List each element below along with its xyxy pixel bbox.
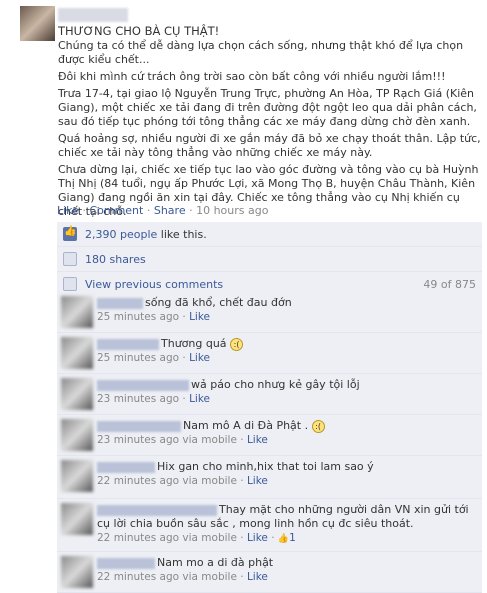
post-paragraph: Chúng ta có thể dễ dàng lựa chọn cách số… [58,39,464,66]
post-paragraph: Đôi khi mình cứ trách ông trời sao còn b… [58,70,446,83]
post-body: THƯƠNG CHO BÀ CỤ THẬT! Chúng ta có thể d… [58,6,483,222]
comment: wả páo cho nhưg kẻ gây tội lỗj 23 minute… [57,374,482,415]
comment: Hix gan cho minh,hix that toi lam sao ý … [57,456,482,499]
commenter-avatar[interactable] [61,419,93,451]
author-name-blurred[interactable] [58,8,128,22]
commenter-name-blurred[interactable] [97,379,189,391]
commenter-name-blurred[interactable] [97,461,155,473]
commenter-avatar[interactable] [61,296,93,328]
comment-text: wả páo cho nhưg kẻ gây tội lỗj [191,378,360,391]
facebook-post-screenshot: { "post": { "title": "THƯƠNG CHO BÀ CỤ T… [0,0,487,593]
commenter-name-blurred[interactable] [97,297,143,309]
comment-text: Nam mô A di Đà Phật . [183,419,309,432]
frown-emoticon-icon: :( [230,337,244,351]
comment-like-link[interactable]: Like [189,393,210,405]
comment-text: sống đã khổ, chết đau đớn [145,296,292,309]
comment-time[interactable]: 22 minutes ago [97,571,179,583]
comment-time[interactable]: 22 minutes ago [97,475,179,487]
comment-like-link[interactable]: Like [247,434,268,446]
comment-time[interactable]: 23 minutes ago [97,434,179,446]
shares-link[interactable]: 180 shares [85,253,146,266]
likes-row: 2,390 people like this. [57,222,482,247]
comment: Thương quá :( 25 minutes ago · Like [57,333,482,374]
comment-time[interactable]: 22 minutes ago [97,532,179,544]
view-previous-comments-link[interactable]: View previous comments [85,278,223,291]
post-text: Chúng ta có thể dễ dàng lựa chọn cách số… [58,39,483,219]
shares-row: 180 shares [57,247,482,272]
share-icon [63,252,77,266]
comment-time[interactable]: 23 minutes ago [97,393,179,405]
comment-like-link[interactable]: Like [247,532,268,544]
comment-time[interactable]: 25 minutes ago [97,311,179,323]
commenter-avatar[interactable] [61,503,93,535]
comment: Nam mo a di đà phật 22 minutes ago via m… [57,552,482,593]
like-link[interactable]: Like [57,204,79,217]
comment: Nam mô A di Đà Phật . :( 23 minutes ago … [57,415,482,456]
post-title: THƯƠNG CHO BÀ CỤ THẬT! [58,24,220,38]
comment-like-link[interactable]: Like [247,475,268,487]
commenter-name-blurred[interactable] [97,420,181,432]
commenter-avatar[interactable] [61,378,93,410]
comment: Thay mặt cho những người dân VN xin gửi … [57,499,482,552]
comment-icon [63,277,77,291]
commenter-name-blurred[interactable] [97,557,155,569]
author-avatar[interactable] [20,6,55,41]
comment-like-link[interactable]: Like [247,571,268,583]
ufi-box: 2,390 people like this. 180 shares View … [57,222,482,297]
comment-time[interactable]: 25 minutes ago [97,352,179,364]
commenter-avatar[interactable] [61,460,93,492]
commenter-name-blurred[interactable] [97,504,217,516]
commenter-avatar[interactable] [61,337,93,369]
comment-link[interactable]: Comment [89,204,143,217]
post-actions: Like · Comment · Share · 10 hours ago [57,204,269,217]
thumbs-up-icon: 👍 [277,534,290,544]
comment-text: Nam mo a di đà phật [157,556,274,569]
post-paragraph: Quá hoảng sợ, nhiều người đi xe gắn máy … [58,132,481,159]
frown-emoticon-icon: :( [311,419,325,433]
comment-list: sống đã khổ, chết đau đớn 25 minutes ago… [57,292,482,593]
commenter-avatar[interactable] [61,556,93,588]
comment-like-link[interactable]: Like [189,352,210,364]
commenter-name-blurred[interactable] [97,338,159,350]
thumbs-up-icon [63,226,77,241]
comment-text: Hix gan cho minh,hix that toi lam sao ý [157,460,374,473]
comment-likes-count[interactable]: 1 [289,532,296,544]
post-timestamp[interactable]: 10 hours ago [196,204,268,217]
share-link[interactable]: Share [154,204,186,217]
comment-like-link[interactable]: Like [189,311,210,323]
comment: sống đã khổ, chết đau đớn 25 minutes ago… [57,292,482,333]
comment-text: Thương quá [161,337,227,350]
comment-count: 49 of 875 [423,277,476,291]
likes-count-link[interactable]: 2,390 people [85,228,157,241]
post-paragraph: Trưa 17-4, tại giao lộ Nguyễn Trung Trực… [58,87,477,128]
